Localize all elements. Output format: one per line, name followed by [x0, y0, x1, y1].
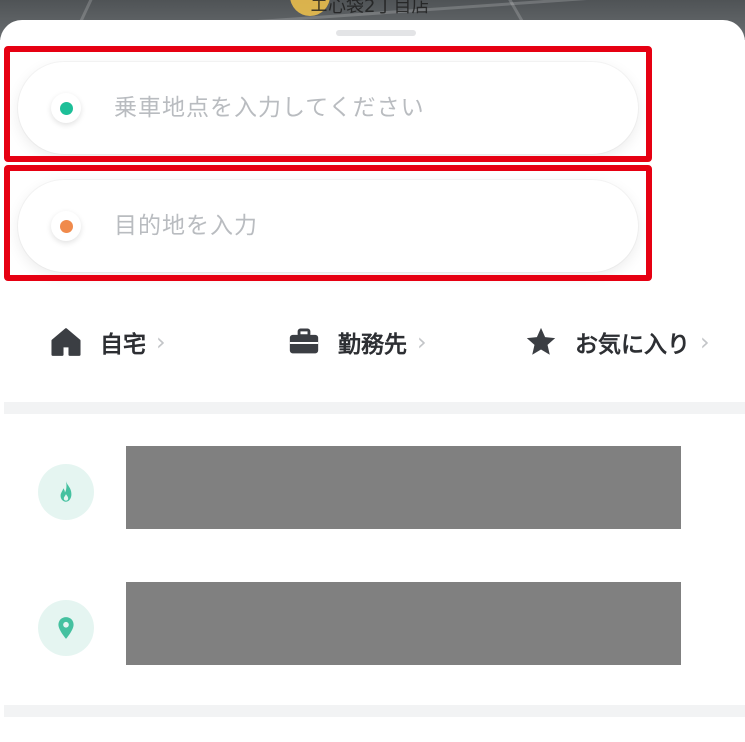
star-icon: [523, 324, 559, 360]
pickup-dot-icon: [51, 93, 81, 123]
app-screen: エ心袋2丁目店 自宅 › 勤務先: [0, 0, 745, 742]
dropoff-field[interactable]: [18, 180, 638, 272]
chevron-right-icon: ›: [417, 328, 427, 356]
sheet-grabber-handle[interactable]: [336, 30, 416, 36]
shortcut-home[interactable]: 自宅 ›: [48, 322, 166, 362]
shortcut-home-label: 自宅: [100, 332, 146, 358]
briefcase-icon: [286, 324, 322, 360]
shortcut-work[interactable]: 勤務先 ›: [286, 322, 427, 362]
home-icon: [48, 324, 84, 360]
shortcut-favorites-label: お気に入り: [575, 332, 690, 358]
flame-icon: [38, 464, 94, 520]
chevron-right-icon: ›: [700, 328, 710, 356]
pickup-input[interactable]: [114, 88, 614, 128]
dropoff-dot-icon: [51, 211, 81, 241]
chevron-right-icon: ›: [156, 328, 166, 356]
pickup-field[interactable]: [18, 62, 638, 154]
section-divider: [4, 402, 745, 414]
location-pin-icon: [38, 600, 94, 656]
map-location-caption: エ心袋2丁目店: [310, 0, 430, 17]
redacted-history-text: [126, 446, 681, 529]
destination-input[interactable]: [114, 206, 614, 246]
history-list-item[interactable]: [0, 568, 745, 688]
history-list-item[interactable]: [0, 432, 745, 552]
section-divider: [4, 705, 745, 717]
shortcut-favorites[interactable]: お気に入り ›: [523, 322, 710, 362]
redacted-history-text: [126, 582, 681, 665]
shortcut-work-label: 勤務先: [338, 332, 407, 358]
